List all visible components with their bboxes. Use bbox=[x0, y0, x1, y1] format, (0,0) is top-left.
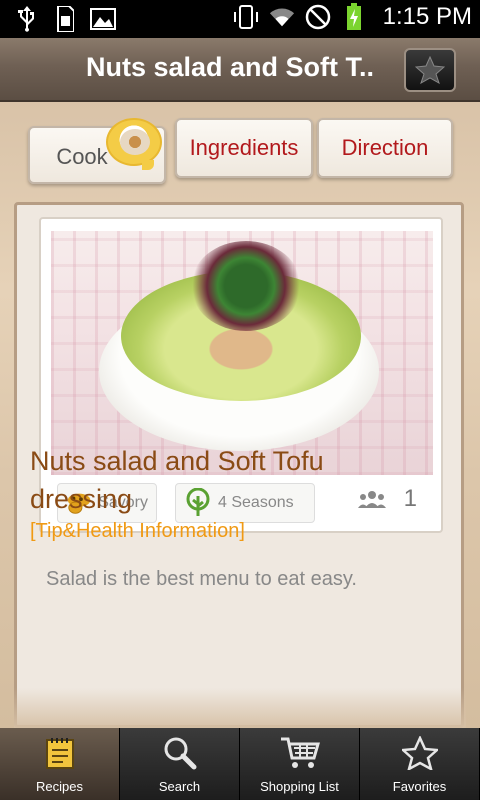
scroll-fade bbox=[14, 688, 466, 728]
favorite-button[interactable] bbox=[404, 48, 456, 92]
status-bar: 1:15 PM bbox=[0, 0, 480, 38]
tab-ingredients-label: Ingredients bbox=[189, 135, 299, 160]
clock: 1:15 PM bbox=[382, 3, 472, 30]
tab-cook-label: Cook bbox=[56, 144, 108, 169]
cart-icon bbox=[280, 736, 320, 775]
image-icon bbox=[90, 4, 116, 34]
recipes-icon bbox=[45, 736, 75, 775]
tab-cook[interactable]: Cook bbox=[28, 118, 166, 184]
nav-shopping-list-label: Shopping List bbox=[260, 779, 339, 794]
cook-dish-icon bbox=[106, 118, 162, 170]
content-area: Cook Ingredients Direction Savory 4 Seas… bbox=[0, 102, 480, 728]
star-icon bbox=[399, 734, 440, 775]
recipe-photo bbox=[51, 231, 433, 475]
recipe-title: Nuts salad and Soft Tofu dressing bbox=[30, 446, 324, 514]
nav-recipes[interactable]: Recipes bbox=[0, 728, 120, 800]
tab-ingredients[interactable]: Ingredients bbox=[175, 118, 313, 178]
nav-search-label: Search bbox=[158, 779, 201, 794]
nav-favorites[interactable]: Favorites bbox=[360, 728, 480, 800]
bottom-nav: Recipes Search Shopping List Favorites bbox=[0, 728, 480, 800]
star-icon bbox=[415, 56, 445, 84]
battery-charging-icon bbox=[341, 2, 367, 32]
no-signal-icon bbox=[305, 2, 331, 32]
nav-favorites-label: Favorites bbox=[392, 779, 447, 794]
wifi-icon bbox=[269, 2, 295, 32]
nav-recipes-label: Recipes bbox=[36, 779, 83, 794]
tab-direction-label: Direction bbox=[341, 135, 429, 160]
nav-shopping-list[interactable]: Shopping List bbox=[240, 728, 360, 800]
tab-direction[interactable]: Direction bbox=[317, 118, 453, 178]
sd-card-icon bbox=[52, 4, 78, 34]
vibrate-icon bbox=[233, 2, 259, 32]
usb-icon bbox=[14, 4, 40, 34]
search-icon bbox=[163, 736, 197, 775]
title-bar: Nuts salad and Soft T.. bbox=[0, 38, 480, 102]
nav-search[interactable]: Search bbox=[120, 728, 240, 800]
recipe-description: Salad is the best menu to eat easy. bbox=[46, 568, 357, 590]
tip-header: [Tip&Health Information] bbox=[30, 520, 245, 542]
